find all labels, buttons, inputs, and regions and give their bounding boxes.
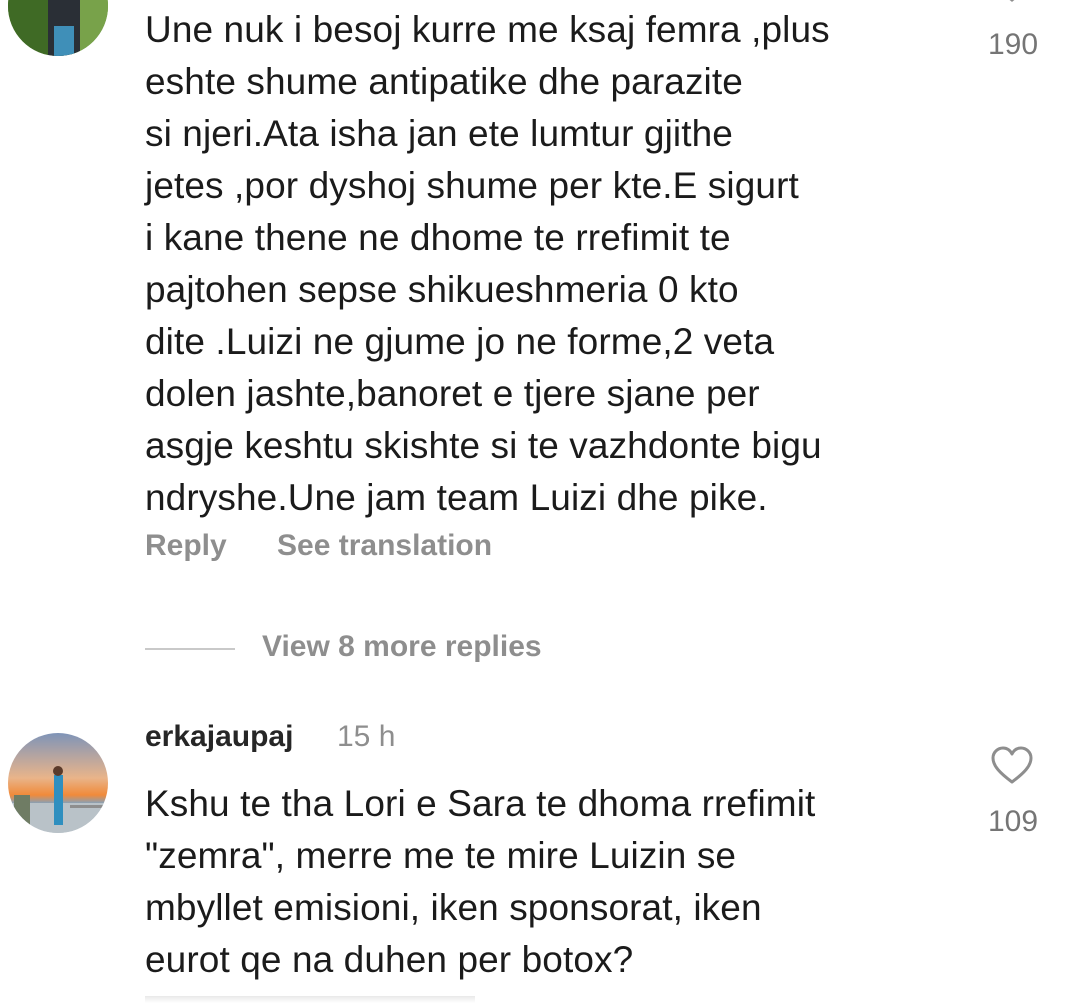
cut-off-actions-row: [145, 996, 475, 1003]
replies-divider: [145, 648, 235, 650]
like-count: 109: [987, 805, 1039, 838]
view-more-replies-button[interactable]: View 8 more replies: [262, 630, 542, 664]
avatar-commenter-1[interactable]: [8, 0, 108, 56]
comment-text: Une nuk i besoj kurre me ksaj femra ,plu…: [145, 9, 830, 518]
heart-outline-icon[interactable]: [990, 746, 1034, 786]
comment-text: Kshu te tha Lori e Sara te dhoma rrefimi…: [145, 783, 816, 980]
avatar-erkajaupaj[interactable]: [8, 733, 108, 833]
comment-timestamp: 15 h: [337, 720, 396, 753]
reply-button[interactable]: Reply: [145, 529, 227, 563]
like-count: 190: [987, 28, 1039, 61]
comment-username[interactable]: erkajaupaj: [145, 720, 293, 754]
heart-outline-icon[interactable]: [992, 0, 1032, 12]
see-translation-button[interactable]: See translation: [277, 529, 492, 563]
